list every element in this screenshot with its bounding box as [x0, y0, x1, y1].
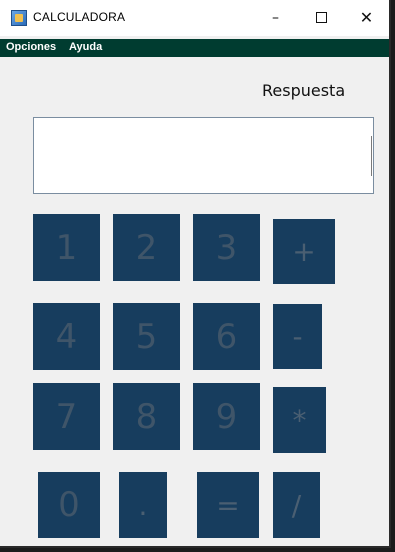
close-button[interactable]: ✕	[344, 0, 389, 36]
key-5[interactable]: 5	[113, 303, 180, 370]
menu-bar: Opciones Ayuda	[0, 39, 389, 57]
maximize-icon	[316, 11, 327, 23]
menu-opciones[interactable]: Opciones	[6, 41, 56, 53]
minimize-button[interactable]: –	[253, 0, 298, 36]
key-8[interactable]: 8	[113, 383, 180, 450]
key-multiply[interactable]: *	[273, 387, 326, 453]
key-7[interactable]: 7	[33, 383, 100, 450]
maximize-button[interactable]	[299, 0, 344, 36]
key-0[interactable]: 0	[38, 472, 100, 538]
key-6[interactable]: 6	[193, 303, 260, 370]
title-bar[interactable]: CALCULADORA – ✕	[0, 0, 389, 36]
key-2[interactable]: 2	[113, 214, 180, 281]
key-divide[interactable]: /	[273, 472, 320, 538]
answer-label: Respuesta	[262, 81, 346, 100]
answer-field[interactable]	[33, 117, 374, 194]
text-caret	[371, 136, 372, 176]
key-1[interactable]: 1	[33, 214, 100, 281]
key-3[interactable]: 3	[193, 214, 260, 281]
key-equals[interactable]: =	[197, 472, 259, 538]
menu-ayuda[interactable]: Ayuda	[69, 41, 102, 53]
key-4[interactable]: 4	[33, 303, 100, 370]
key-minus[interactable]: -	[273, 304, 322, 369]
window-title: CALCULADORA	[33, 10, 126, 24]
calculator-window: CALCULADORA – ✕ Opciones Ayuda Respuesta…	[0, 0, 391, 548]
key-9[interactable]: 9	[193, 383, 260, 450]
key-plus[interactable]: +	[273, 219, 335, 284]
java-app-icon	[11, 10, 27, 26]
key-dot[interactable]: .	[119, 472, 167, 538]
